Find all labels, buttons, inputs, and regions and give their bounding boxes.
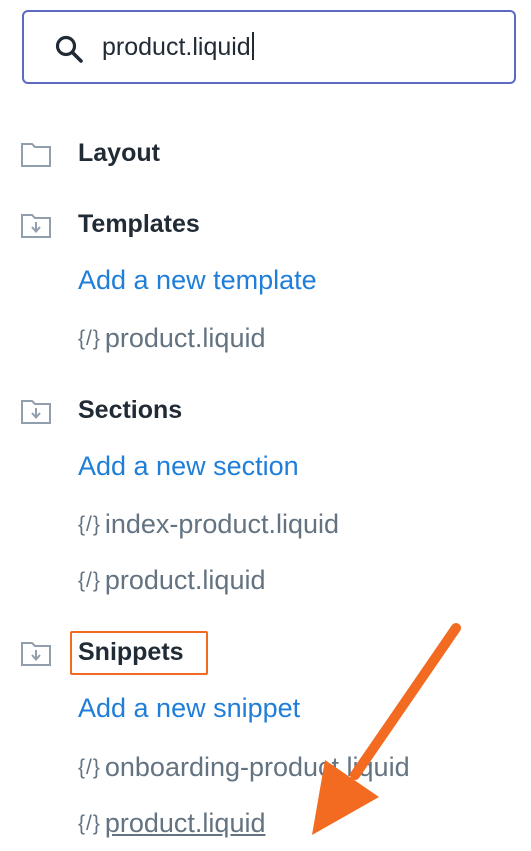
annotation-arrow-icon xyxy=(312,623,461,835)
